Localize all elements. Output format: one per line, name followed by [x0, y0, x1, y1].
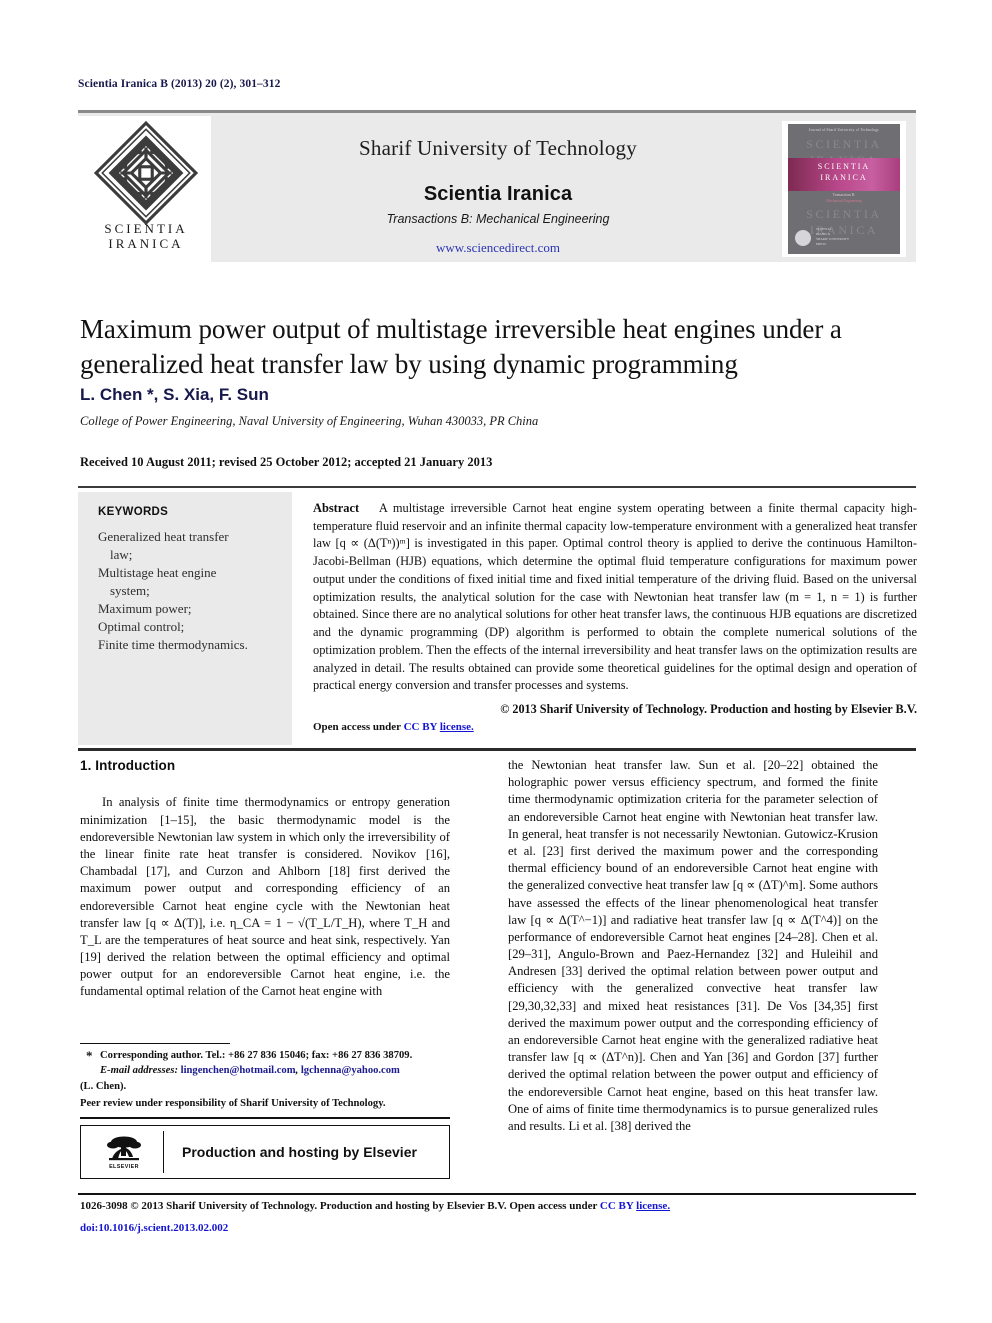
elsevier-tree-logo [107, 1136, 141, 1160]
body-column-left: 1. Introduction In analysis of finite ti… [80, 757, 450, 1001]
journal-cover-thumbnail[interactable]: Journal of Sharif University of Technolo… [782, 121, 906, 257]
masthead-center: Sharif University of Technology Scientia… [218, 116, 778, 256]
corresponding-author-text: Corresponding author. Tel.: +86 27 836 1… [100, 1050, 413, 1061]
peer-review-note: Peer review under responsibility of Shar… [80, 1098, 386, 1110]
keywords-box: KEYWORDS Generalized heat transfer law; … [78, 492, 292, 745]
email-link-1[interactable]: lingenchen@hotmail.com [181, 1065, 296, 1076]
cover-ghost-1: SCIENTIA [806, 137, 882, 151]
university-name: Sharif University of Technology [359, 136, 637, 160]
keyword-item: Finite time thermodynamics. [98, 636, 248, 652]
footer-cc-by-label: CC BY [599, 1200, 634, 1212]
cover-ghost-3: SCIENTIA [806, 207, 882, 221]
article-history: Received 10 August 2011; revised 25 Octo… [80, 455, 493, 469]
cover-subtitle-2: Mechanical Engineering [826, 199, 862, 203]
cover-magenta-band: SCIENTIA IRANICA [788, 158, 900, 191]
abstract-open-access: Open access under CC BY license. [313, 720, 917, 736]
page-footer-issn-line: 1026-3098 © 2013 Sharif University of Te… [80, 1200, 670, 1212]
abstract-block: Abstract A multistage irreversible Carno… [313, 500, 917, 735]
issn-copyright-text: 1026-3098 © 2013 Sharif University of Te… [80, 1200, 600, 1212]
body-column-right: the Newtonian heat transfer law. Sun et … [508, 757, 878, 1135]
corresponding-author-note: * Corresponding author. Tel.: +86 27 836… [80, 1048, 450, 1063]
footnote-rule [80, 1043, 230, 1044]
logo-text-line1: SCIENTIA [104, 221, 188, 236]
email-owner: (L. Chen). [80, 1080, 127, 1092]
article-first-page: Scientia Iranica B (2013) 20 (2), 301–31… [0, 0, 992, 1323]
asterisk-icon: * [86, 1048, 93, 1063]
cover-seal-icon [795, 230, 811, 246]
elsevier-logo: ELSEVIER [95, 1131, 164, 1173]
abstract-copyright: © 2013 Sharif University of Technology. … [500, 702, 917, 717]
license-link[interactable]: license. [440, 721, 474, 733]
cover-band-title-1: SCIENTIA [817, 162, 871, 171]
page-footer-rule [78, 1193, 916, 1195]
author-affiliation: College of Power Engineering, Naval Univ… [80, 414, 539, 428]
journal-name: Scientia Iranica [423, 183, 573, 205]
logo-text-line2: IRANICA [108, 235, 184, 251]
cover-subtitle-1: Transactions B: [832, 193, 856, 197]
journal-transactions: Transactions B: Mechanical Engineering [386, 212, 610, 226]
scientia-iranica-diamond-logo [94, 121, 198, 225]
elsevier-production-text: Production and hosting by Elsevier [182, 1144, 417, 1160]
email-addresses-note: E-mail addresses: lingenchen@hotmail.com… [80, 1063, 450, 1078]
open-access-prefix: Open access under [313, 720, 404, 733]
intro-paragraph-left: In analysis of finite time thermodynamic… [80, 795, 450, 999]
section-heading-introduction: 1. Introduction [80, 758, 176, 773]
cc-by-label: CC BY [403, 720, 438, 733]
cover-footer-text: SCIENTIA IRANICA SHARIF UNIVERSITY PRESS [816, 227, 849, 247]
author-list: L. Chen *, S. Xia, F. Sun [80, 385, 269, 404]
footnote-block: * Corresponding author. Tel.: +86 27 836… [80, 1048, 450, 1111]
keywords-heading: KEYWORDS [98, 506, 169, 518]
cover-top-line: Journal of Sharif University of Technolo… [808, 128, 880, 132]
elsevier-production-box: ELSEVIER Production and hosting by Elsev… [80, 1125, 450, 1179]
abstract-top-rule [78, 486, 916, 488]
abstract-text: A multistage irreversible Carnot heat en… [313, 501, 917, 693]
scientia-iranica-logo: SCIENTIA IRANICA [86, 121, 206, 259]
keyword-item: Optimal control; [98, 618, 185, 634]
keyword-item: Generalized heat transfer [98, 529, 229, 544]
keyword-item: Maximum power; [98, 600, 192, 616]
cover-band-title-2: IRANICA [820, 173, 868, 182]
footnote-rule-2 [80, 1117, 450, 1119]
article-title: Maximum power output of multistage irrev… [80, 314, 842, 379]
page-footer-doi[interactable]: doi:10.1016/j.scient.2013.02.002 [80, 1222, 228, 1234]
journal-masthead: SCIENTIA IRANICA Sharif University of Te… [78, 110, 916, 265]
elsevier-wordmark: ELSEVIER [109, 1163, 139, 1170]
sciencedirect-link[interactable]: www.sciencedirect.com [218, 240, 778, 256]
keyword-item: system; [110, 582, 150, 598]
email-label: E-mail addresses: [100, 1065, 178, 1077]
keyword-item: Multistage heat engine [98, 564, 217, 580]
email-link-2[interactable]: lgchenna@yahoo.com [301, 1065, 400, 1076]
abstract-bottom-rule [78, 748, 916, 751]
journal-cover-image: Journal of Sharif University of Technolo… [788, 124, 900, 254]
cover-foot-4: PRESS [816, 241, 826, 246]
keywords-list: Generalized heat transfer law; Multistag… [98, 528, 278, 654]
running-head: Scientia Iranica B (2013) 20 (2), 301–31… [78, 78, 281, 90]
intro-paragraph-right: the Newtonian heat transfer law. Sun et … [508, 758, 878, 1133]
keyword-item: law; [110, 546, 133, 562]
footer-license-link[interactable]: license. [636, 1200, 670, 1212]
abstract-label: Abstract [313, 501, 360, 515]
